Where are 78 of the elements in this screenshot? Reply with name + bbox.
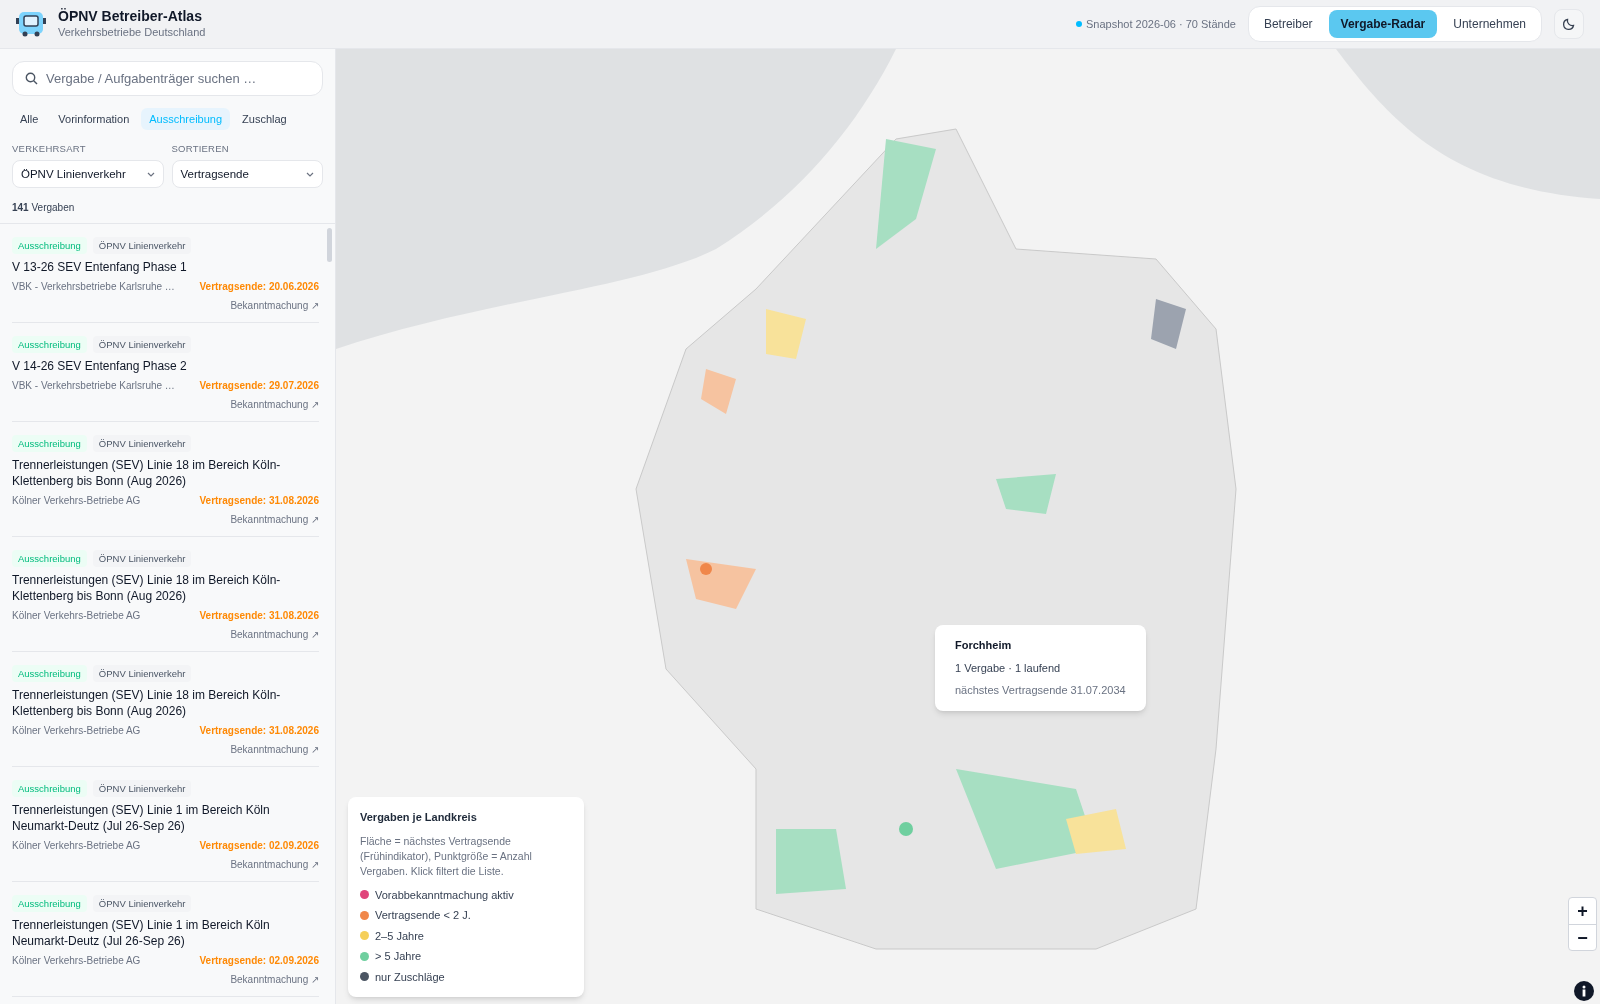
app-subtitle: Verkehrsbetriebe Deutschland [58, 25, 206, 40]
info-icon [1580, 985, 1588, 997]
contract-end-date: Vertragsende: 31.08.2026 [199, 724, 319, 739]
organisation-name: Kölner Verkehrs-Betriebe AG [12, 724, 141, 739]
tender-title: Trennerleistungen (SEV) Linie 18 im Bereich Köln-Klettenberg bis Bonn (Aug 2026) [12, 687, 282, 720]
type-tag: ÖPNV Linienverkehr [92, 435, 192, 453]
snapshot-label: Snapshot 2026-06 · 70 Stände [1086, 16, 1236, 32]
notice-link[interactable]: Bekanntmachung ↗ [230, 512, 319, 528]
organisation-name: VBK - Verkehrsbetriebe Karlsruhe … [12, 379, 175, 394]
legend-label: 2–5 Jahre [375, 928, 424, 944]
contract-end-date: Vertragsende: 20.06.2026 [199, 280, 319, 295]
status-tag: Ausschreibung [12, 780, 87, 798]
result-count: 141 Vergaben [12, 201, 76, 216]
contract-end-date: Vertragsende: 02.09.2026 [199, 954, 319, 969]
contract-end-date: Vertragsende: 29.07.2026 [199, 379, 319, 394]
zoom-in-button[interactable]: + [1569, 898, 1596, 924]
zoom-out-button[interactable]: − [1569, 924, 1596, 950]
notice-link[interactable]: Bekanntmachung ↗ [230, 972, 319, 988]
tender-title: Trennerleistungen (SEV) Linie 1 im Bereich Köln Neumarkt-Deutz (Jul 26-Sep 26) [12, 802, 271, 835]
legend-label: Vertragsende < 2 J. [375, 908, 471, 923]
organisation-name: Kölner Verkehrs-Betriebe AG [12, 839, 141, 854]
legend-label: Vorabbekanntmachung aktiv [375, 887, 514, 903]
type-tag: ÖPNV Linienverkehr [92, 780, 192, 798]
notice-link[interactable]: Bekanntmachung ↗ [230, 627, 319, 643]
app-title: ÖPNV Betreiber-Atlas [58, 8, 203, 26]
organisation-name: VBK - Verkehrsbetriebe Karlsruhe … [12, 280, 175, 295]
type-tag: ÖPNV Linienverkehr [92, 550, 192, 568]
search-icon [25, 72, 38, 85]
tooltip-title: Forchheim [955, 638, 1013, 653]
tooltip-text: 1 Vergabe · 1 laufend [955, 660, 1062, 676]
legend-description: Fläche = nächstes Vertragsende (Frühindikator), Punktgröße = Anzahl Vergaben. Klick filtert die Liste. [360, 833, 533, 879]
notice-link[interactable]: Bekanntmachung ↗ [230, 298, 319, 314]
type-tag: ÖPNV Linienverkehr [92, 237, 192, 255]
contract-end-date: Vertragsende: 31.08.2026 [199, 609, 319, 624]
legend-label: > 5 Jahre [375, 949, 422, 964]
bus-logo-icon [16, 10, 46, 38]
dropdown-select[interactable]: ÖPNV Linienverkehr [12, 160, 164, 189]
view-tab[interactable]: Betreiber [1251, 10, 1325, 38]
status-tag: Ausschreibung [12, 336, 87, 354]
filter-tab[interactable]: Alle [12, 108, 47, 130]
notice-link[interactable]: Bekanntmachung ↗ [230, 742, 319, 758]
contract-end-date: Vertragsende: 02.09.2026 [199, 839, 319, 854]
legend-title: Vergaben je Landkreis [360, 810, 478, 825]
scrollbar-thumb[interactable] [327, 228, 332, 263]
filter-tab[interactable]: Vorinformation [50, 108, 138, 130]
status-tag: Ausschreibung [12, 435, 87, 453]
dark-mode-button[interactable] [1554, 9, 1584, 39]
search-box[interactable]: Vergabe / Aufgabenträger suchen … [12, 61, 323, 96]
chevron-down-icon [146, 171, 155, 177]
organisation-name: Kölner Verkehrs-Betriebe AG [12, 494, 141, 509]
organisation-name: Kölner Verkehrs-Betriebe AG [12, 609, 141, 624]
view-tab[interactable]: Unternehmen [1441, 10, 1538, 38]
status-tag: Ausschreibung [12, 550, 87, 568]
tooltip-text: nächstes Vertragsende 31.07.2034 [955, 683, 1126, 698]
type-tag: ÖPNV Linienverkehr [92, 336, 192, 354]
tender-title: Trennerleistungen (SEV) Linie 18 im Bereich Köln-Klettenberg bis Bonn (Aug 2026) [12, 457, 282, 490]
select-label: VERKEHRSART [12, 142, 87, 156]
tender-title: V 13-26 SEV Entenfang Phase 1 [12, 259, 188, 276]
search-field[interactable]: Vergabe / Aufgabenträger suchen … [46, 62, 310, 95]
notice-link[interactable]: Bekanntmachung ↗ [230, 857, 319, 873]
view-tab[interactable]: Vergabe-Radar [1328, 10, 1438, 38]
organisation-name: Kölner Verkehrs-Betriebe AG [12, 954, 141, 969]
moon-icon [1562, 17, 1576, 31]
status-tag: Ausschreibung [12, 895, 87, 913]
status-tag: Ausschreibung [12, 237, 87, 255]
type-tag: ÖPNV Linienverkehr [92, 665, 192, 683]
filter-tab[interactable]: Zuschlag [234, 108, 295, 130]
legend-label: nur Zuschläge [375, 969, 445, 985]
chevron-down-icon [306, 171, 314, 177]
tender-title: Trennerleistungen (SEV) Linie 18 im Bereich Köln-Klettenberg bis Bonn (Aug 2026) [12, 572, 282, 605]
notice-link[interactable]: Bekanntmachung ↗ [230, 397, 319, 413]
contract-end-date: Vertragsende: 31.08.2026 [199, 494, 319, 509]
type-tag: ÖPNV Linienverkehr [92, 895, 192, 913]
tender-title: V 14-26 SEV Entenfang Phase 2 [12, 358, 188, 375]
select-label: SORTIEREN [171, 142, 230, 156]
dropdown-select[interactable]: Vertragsende [171, 160, 323, 189]
tender-title: Trennerleistungen (SEV) Linie 1 im Bereich Köln Neumarkt-Deutz (Jul 26-Sep 26) [12, 917, 271, 950]
status-tag: Ausschreibung [12, 665, 87, 683]
